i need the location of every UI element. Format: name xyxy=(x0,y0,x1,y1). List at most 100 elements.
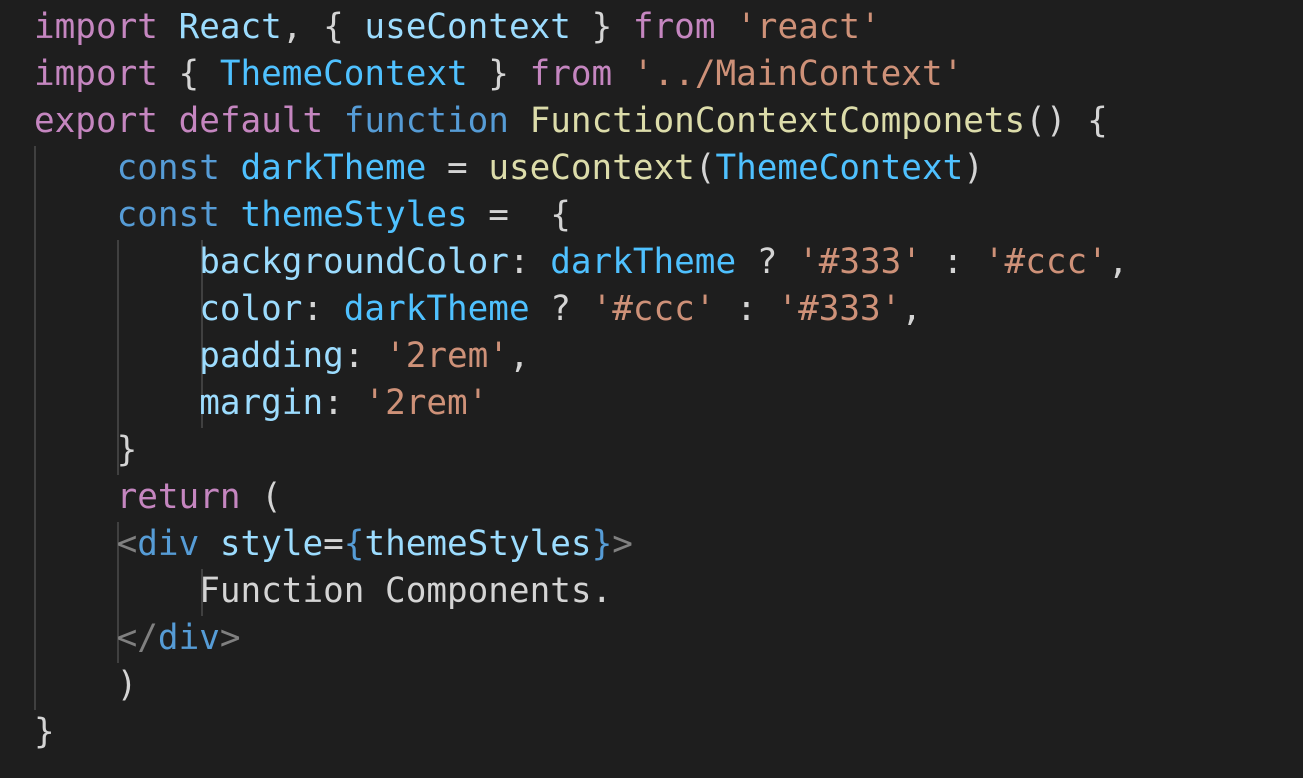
code-token-storage: const xyxy=(116,195,220,235)
code-token-punc xyxy=(34,383,199,423)
code-token-punc: = xyxy=(426,148,489,188)
code-token-kw: default xyxy=(178,101,324,141)
code-token-punc: , { xyxy=(281,7,365,47)
code-token-punc xyxy=(158,101,179,141)
code-token-punc: } xyxy=(34,712,55,752)
code-token-punc: , xyxy=(901,289,922,329)
code-token-punc: , xyxy=(1107,242,1129,282)
code-token-punc: : xyxy=(302,289,344,329)
code-token-var: color xyxy=(199,289,303,329)
code-token-punc: } xyxy=(34,430,138,470)
code-token-kw: export xyxy=(34,101,158,141)
code-line: <div style={themeStyles}> xyxy=(34,521,1128,568)
code-token-punc: : xyxy=(343,336,386,376)
code-token-punc xyxy=(34,242,199,282)
code-token-punc: ) xyxy=(963,148,984,188)
code-token-storage: function xyxy=(343,101,509,141)
code-line: import React, { useContext } from 'react… xyxy=(34,4,1128,51)
code-token-str: '#333' xyxy=(777,289,902,329)
code-line: </div> xyxy=(34,615,1128,662)
code-token-var: style xyxy=(219,524,324,564)
code-token-var: React xyxy=(178,7,282,47)
code-line: margin: '2rem' xyxy=(34,380,1128,427)
code-token-punc: , xyxy=(508,336,530,376)
code-token-punc: : xyxy=(715,289,778,329)
code-token-punc: ( xyxy=(240,477,282,517)
code-line: const darkTheme = useContext(ThemeContex… xyxy=(34,145,1128,192)
code-token-tag: < xyxy=(116,524,138,564)
code-token-storage: const xyxy=(116,148,220,188)
code-token-punc: } xyxy=(570,7,633,47)
code-token-punc: ? xyxy=(736,242,799,282)
code-token-var: margin xyxy=(199,383,324,423)
code-token-punc xyxy=(220,195,241,235)
code-token-punc xyxy=(34,195,117,235)
code-token-punc xyxy=(34,148,117,188)
code-token-punc xyxy=(199,524,220,564)
code-token-text: Function Components. xyxy=(199,571,613,611)
code-token-punc: : xyxy=(508,242,551,282)
code-token-cls: ThemeContext xyxy=(715,148,964,188)
code-token-cls: darkTheme xyxy=(550,242,737,282)
code-token-punc: () { xyxy=(1025,101,1108,141)
code-token-tag: </ xyxy=(116,618,158,658)
code-token-tag: > xyxy=(219,618,241,658)
code-token-punc: : xyxy=(323,383,365,423)
code-token-storage: div xyxy=(157,618,220,658)
code-token-punc xyxy=(509,101,530,141)
code-token-cls: darkTheme xyxy=(343,289,530,329)
code-token-punc xyxy=(34,618,117,658)
code-token-punc: = { xyxy=(467,195,571,235)
code-token-punc: { xyxy=(157,54,220,94)
code-token-punc: = xyxy=(323,524,344,564)
code-token-punc xyxy=(220,148,241,188)
code-token-var: padding xyxy=(199,336,344,376)
code-token-str: '../MainContext' xyxy=(632,54,964,94)
code-token-punc: ( xyxy=(694,148,716,188)
code-token-punc xyxy=(715,7,736,47)
code-line: ) xyxy=(34,662,1128,709)
code-line: backgroundColor: darkTheme ? '#333' : '#… xyxy=(34,239,1128,286)
code-line: color: darkTheme ? '#ccc' : '#333', xyxy=(34,286,1128,333)
code-token-punc xyxy=(34,524,117,564)
code-token-var: themeStyles xyxy=(364,524,592,564)
code-token-var: useContext xyxy=(364,7,571,47)
code-token-fn: useContext xyxy=(488,148,695,188)
code-token-punc xyxy=(158,7,179,47)
code-line: return ( xyxy=(34,474,1128,521)
code-token-kw: from xyxy=(632,7,716,47)
code-token-cls: ThemeContext xyxy=(219,54,468,94)
code-line: padding: '2rem', xyxy=(34,333,1128,380)
code-line: Function Components. xyxy=(34,568,1128,615)
code-token-storage: { xyxy=(343,524,365,564)
code-token-storage: } xyxy=(591,524,613,564)
code-token-storage: div xyxy=(137,524,200,564)
code-line: const themeStyles = { xyxy=(34,192,1128,239)
code-token-kw: import xyxy=(34,54,158,94)
code-token-punc: ? xyxy=(529,289,592,329)
code-token-punc xyxy=(34,477,117,517)
code-token-str: '#ccc' xyxy=(591,289,716,329)
code-editor[interactable]: import React, { useContext } from 'react… xyxy=(0,0,1303,778)
code-token-kw: import xyxy=(34,7,158,47)
code-token-punc: : xyxy=(921,242,984,282)
code-token-punc xyxy=(34,336,199,376)
code-token-punc: } xyxy=(467,54,530,94)
code-token-str: '#ccc' xyxy=(983,242,1108,282)
code-token-punc xyxy=(323,101,344,141)
code-token-punc xyxy=(34,571,199,611)
code-content[interactable]: import React, { useContext } from 'react… xyxy=(34,4,1128,756)
code-token-str: '2rem' xyxy=(364,383,489,423)
code-line: } xyxy=(34,709,1128,756)
code-token-kw: from xyxy=(529,54,613,94)
code-token-punc xyxy=(612,54,633,94)
code-line: } xyxy=(34,427,1128,474)
code-token-cls: themeStyles xyxy=(240,195,468,235)
code-token-var: backgroundColor xyxy=(199,242,509,282)
code-token-fn: FunctionContextComponets xyxy=(529,101,1026,141)
code-line: export default function FunctionContextC… xyxy=(34,98,1128,145)
code-token-punc xyxy=(34,289,199,329)
code-token-str: 'react' xyxy=(736,7,881,47)
code-token-punc: ) xyxy=(34,665,138,705)
code-token-cls: darkTheme xyxy=(240,148,427,188)
